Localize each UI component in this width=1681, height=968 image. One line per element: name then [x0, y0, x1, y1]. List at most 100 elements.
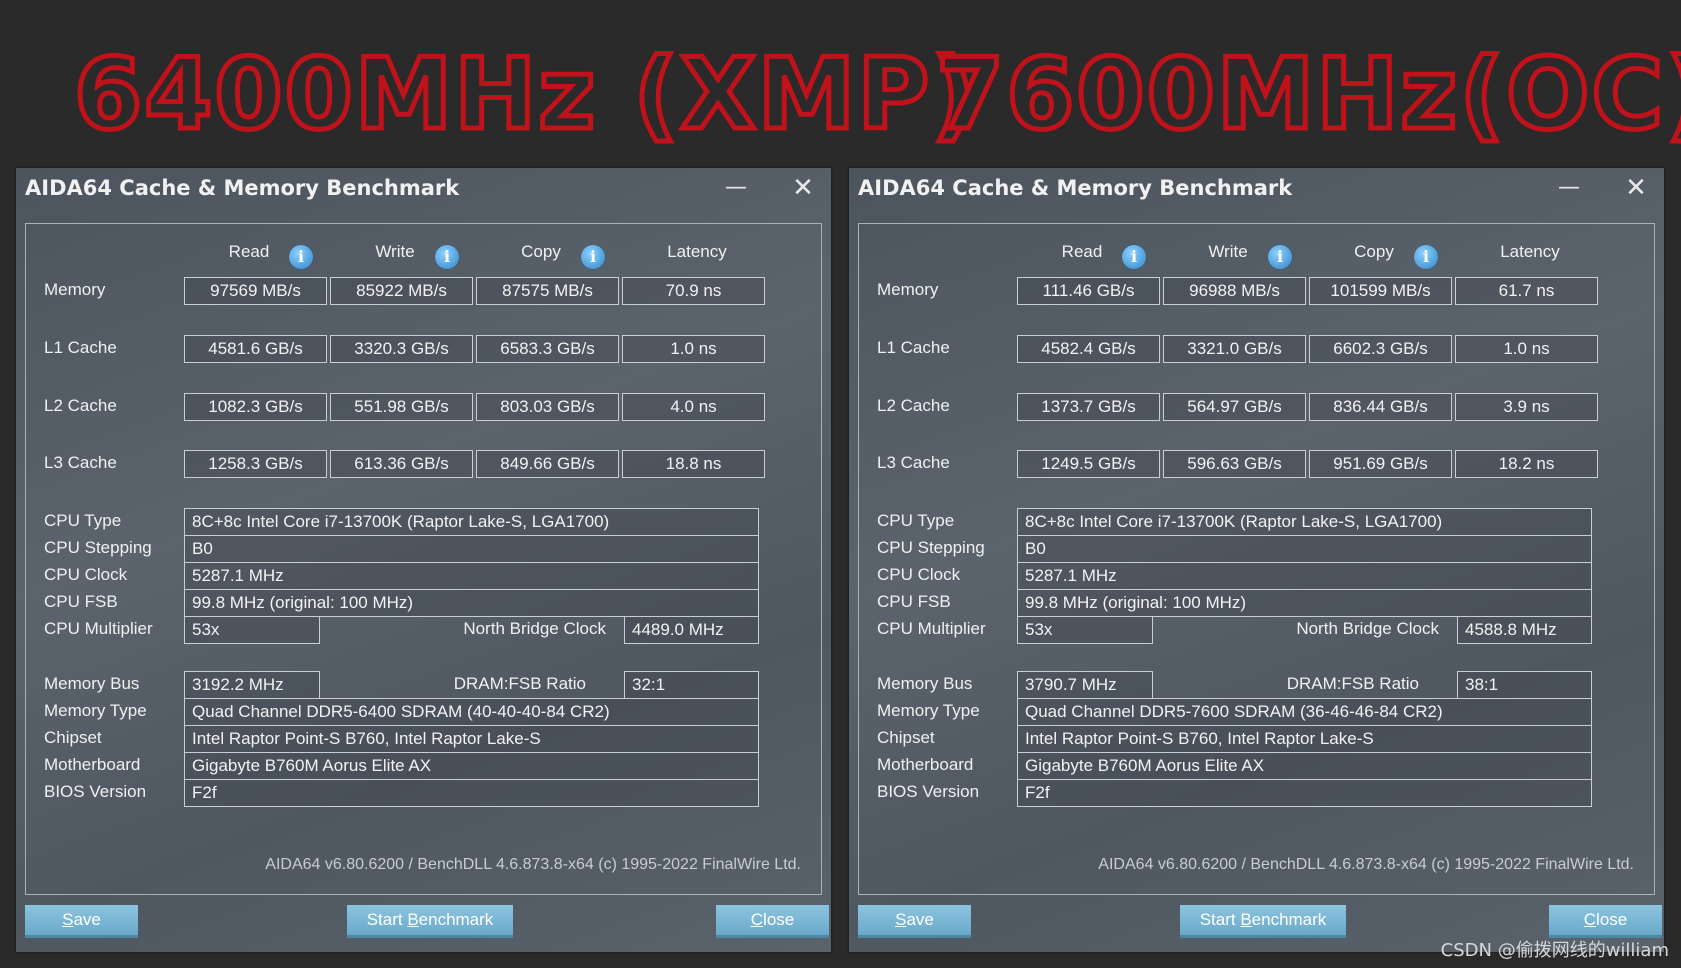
result-cell-copy: 836.44 GB/s — [1309, 393, 1452, 421]
result-cell-write: 85922 MB/s — [330, 277, 473, 305]
start-benchmark-button[interactable]: Start Benchmark — [1180, 905, 1346, 938]
close-button[interactable]: Close — [716, 905, 829, 938]
row-label: L1 Cache — [44, 338, 117, 357]
cpu-fsb-label: CPU FSB — [44, 592, 118, 611]
save-button[interactable]: Save — [858, 905, 971, 938]
results-panel: Read i Write i Copy i Latency Memory 111.46 GB/s… — [858, 223, 1655, 895]
result-cell-read: 1258.3 GB/s — [184, 450, 327, 478]
minimize-icon[interactable]: — — [716, 172, 756, 204]
start-benchmark-button-label-post: enchmark — [418, 910, 494, 929]
window-title: AIDA64 Cache & Memory Benchmark — [858, 176, 1293, 200]
result-cell-write: 564.97 GB/s — [1163, 393, 1306, 421]
cpu-clock-value: 5287.1 MHz — [184, 562, 759, 590]
result-cell-copy: 951.69 GB/s — [1309, 450, 1452, 478]
minimize-icon[interactable]: — — [1549, 172, 1589, 204]
result-cell-write: 3320.3 GB/s — [330, 335, 473, 363]
result-cell-copy: 849.66 GB/s — [476, 450, 619, 478]
benchmark-window-2: AIDA64 Cache & Memory Benchmark — ✕ Read i Wr… — [849, 168, 1664, 952]
chipset-value: Intel Raptor Point-S B760, Intel Raptor … — [1017, 725, 1592, 753]
motherboard-value: Gigabyte B760M Aorus Elite AX — [184, 752, 759, 780]
row-label: L3 Cache — [44, 453, 117, 472]
row-label: L3 Cache — [877, 453, 950, 472]
save-button-label-post: ave — [906, 910, 934, 929]
results-panel: Read i Write i Copy i Latency Memory 97569 MB/s 8… — [25, 223, 822, 895]
info-icon[interactable]: i — [1122, 245, 1146, 269]
cpu-multiplier-value: 53x — [184, 616, 320, 644]
save-button-accel: S — [895, 910, 907, 929]
cpu-fsb-label: CPU FSB — [877, 592, 951, 611]
close-icon[interactable]: ✕ — [783, 172, 823, 204]
result-cell-latency: 3.9 ns — [1455, 393, 1598, 421]
chipset-value: Intel Raptor Point-S B760, Intel Raptor … — [184, 725, 759, 753]
window-title: AIDA64 Cache & Memory Benchmark — [25, 176, 460, 200]
nb-clock-value: 4588.8 MHz — [1457, 616, 1592, 644]
row-label: L1 Cache — [877, 338, 950, 357]
bios-label: BIOS Version — [44, 782, 147, 801]
cpu-clock-value: 5287.1 MHz — [1017, 562, 1592, 590]
result-cell-latency: 18.2 ns — [1455, 450, 1598, 478]
start-benchmark-button-label-post: enchmark — [1251, 910, 1327, 929]
chipset-label: Chipset — [877, 728, 935, 747]
cpu-multiplier-value: 53x — [1017, 616, 1153, 644]
version-footer: AIDA64 v6.80.6200 / BenchDLL 4.6.873.8-x… — [1098, 856, 1634, 873]
cpu-stepping-value: B0 — [184, 535, 759, 563]
result-cell-read: 4581.6 GB/s — [184, 335, 327, 363]
cpu-type-label: CPU Type — [877, 511, 955, 530]
start-benchmark-button-accel: B — [1240, 910, 1252, 929]
close-button-label-post: lose — [763, 910, 795, 929]
result-cell-read: 97569 MB/s — [184, 277, 327, 305]
info-icon[interactable]: i — [1268, 245, 1292, 269]
close-icon[interactable]: ✕ — [1616, 172, 1656, 204]
nb-clock-value: 4489.0 MHz — [624, 616, 759, 644]
result-cell-write: 3321.0 GB/s — [1163, 335, 1306, 363]
result-cell-read: 1249.5 GB/s — [1017, 450, 1160, 478]
header-latency: Latency — [667, 242, 727, 261]
result-cell-latency: 70.9 ns — [622, 277, 765, 305]
dram-ratio-label: DRAM:FSB Ratio — [453, 674, 586, 693]
memory-type-label: Memory Type — [44, 701, 147, 720]
result-cell-write: 613.36 GB/s — [330, 450, 473, 478]
save-button[interactable]: Save — [25, 905, 138, 938]
memory-type-label: Memory Type — [877, 701, 980, 720]
result-cell-copy: 101599 MB/s — [1309, 277, 1452, 305]
result-cell-read: 111.46 GB/s — [1017, 277, 1160, 305]
close-button-accel: C — [1583, 910, 1597, 929]
result-cell-latency: 61.7 ns — [1455, 277, 1598, 305]
cpu-multiplier-label: CPU Multiplier — [44, 619, 153, 638]
start-benchmark-button[interactable]: Start Benchmark — [347, 905, 513, 938]
info-icon[interactable]: i — [289, 245, 313, 269]
result-cell-latency: 18.8 ns — [622, 450, 765, 478]
cpu-clock-label: CPU Clock — [44, 565, 128, 584]
result-cell-write: 551.98 GB/s — [330, 393, 473, 421]
result-cell-latency: 1.0 ns — [1455, 335, 1598, 363]
result-cell-copy: 6602.3 GB/s — [1309, 335, 1452, 363]
info-icon[interactable]: i — [435, 245, 459, 269]
result-cell-read: 1373.7 GB/s — [1017, 393, 1160, 421]
row-label: L2 Cache — [877, 396, 950, 415]
close-button-label-post: lose — [1596, 910, 1628, 929]
result-cell-copy: 803.03 GB/s — [476, 393, 619, 421]
header-latency: Latency — [1500, 242, 1560, 261]
motherboard-label: Motherboard — [877, 755, 974, 774]
result-cell-write: 596.63 GB/s — [1163, 450, 1306, 478]
nb-clock-label: North Bridge Clock — [463, 619, 606, 638]
cpu-type-value: 8C+8c Intel Core i7-13700K (Raptor Lake-… — [184, 508, 759, 536]
info-icon[interactable]: i — [581, 245, 605, 269]
memory-type-value: Quad Channel DDR5-6400 SDRAM (40-40-40-8… — [184, 698, 759, 726]
memory-bus-label: Memory Bus — [877, 674, 973, 693]
info-icon[interactable]: i — [1414, 245, 1438, 269]
csdn-watermark: CSDN @偷拨网线的william — [1440, 940, 1669, 961]
close-button[interactable]: Close — [1549, 905, 1662, 938]
result-cell-latency: 1.0 ns — [622, 335, 765, 363]
memory-bus-value: 3790.7 MHz — [1017, 671, 1153, 699]
motherboard-value: Gigabyte B760M Aorus Elite AX — [1017, 752, 1592, 780]
cpu-fsb-value: 99.8 MHz (original: 100 MHz) — [1017, 589, 1592, 617]
memory-bus-value: 3192.2 MHz — [184, 671, 320, 699]
chipset-label: Chipset — [44, 728, 102, 747]
dram-ratio-label: DRAM:FSB Ratio — [1286, 674, 1419, 693]
bios-value: F2f — [184, 779, 759, 807]
cpu-stepping-value: B0 — [1017, 535, 1592, 563]
cpu-fsb-value: 99.8 MHz (original: 100 MHz) — [184, 589, 759, 617]
cpu-clock-label: CPU Clock — [877, 565, 961, 584]
nb-clock-label: North Bridge Clock — [1296, 619, 1439, 638]
